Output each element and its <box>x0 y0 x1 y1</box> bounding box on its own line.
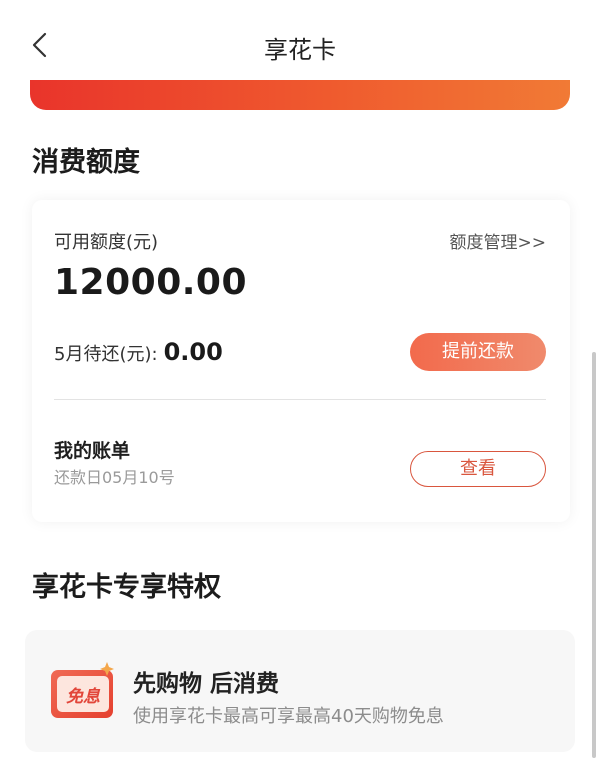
privilege-title: 先购物 后消费 <box>133 671 280 697</box>
interest-free-icon-text: 免息 <box>66 687 101 707</box>
section-title-privileges: 享花卡专享特权 <box>32 572 221 603</box>
monthly-due-label: 5月待还(元): <box>54 344 158 365</box>
interest-free-card-icon: 免息 <box>51 662 114 718</box>
quota-management-link[interactable]: 额度管理>> <box>450 228 547 253</box>
scrollbar[interactable] <box>592 352 596 758</box>
prepay-button[interactable]: 提前还款 <box>410 333 546 371</box>
quota-card: 可用额度(元) 额度管理>> 12000.00 5月待还(元): 0.00 提前… <box>32 200 570 522</box>
available-quota-label: 可用额度(元) <box>54 232 159 253</box>
repayment-date: 还款日05月10号 <box>54 468 175 487</box>
section-title-quota: 消费额度 <box>32 147 140 178</box>
privilege-item[interactable]: 免息 先购物 后消费 使用享花卡最高可享最高40天购物免息 <box>25 630 575 752</box>
available-quota-amount: 12000.00 <box>54 262 248 303</box>
monthly-due-value: 0.00 <box>163 338 223 366</box>
my-bill-title: 我的账单 <box>54 440 131 462</box>
top-nav-bar: 享花卡 <box>0 0 600 80</box>
divider <box>54 399 546 400</box>
card-banner <box>30 80 570 110</box>
page-title: 享花卡 <box>264 36 336 64</box>
privilege-description: 使用享花卡最高可享最高40天购物免息 <box>133 706 444 727</box>
monthly-due-row: 5月待还(元): 0.00 <box>54 338 223 372</box>
view-bill-button[interactable]: 查看 <box>410 451 546 487</box>
